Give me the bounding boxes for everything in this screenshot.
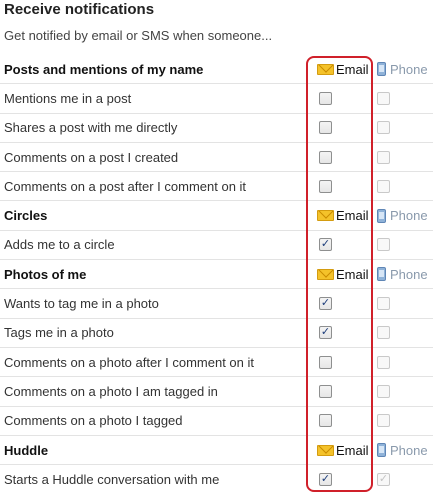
notification-label: Adds me to a circle bbox=[4, 237, 115, 253]
notification-row-mentions-me-in-a-post: Mentions me in a post bbox=[0, 84, 433, 114]
phone-column-header: Phone bbox=[377, 260, 428, 288]
phone-label: Phone bbox=[390, 442, 428, 458]
phone-column-header: Phone bbox=[377, 55, 428, 83]
email-label: Email bbox=[336, 442, 369, 458]
notification-label: Mentions me in a post bbox=[4, 90, 132, 106]
email-column-header: Email bbox=[317, 260, 369, 288]
envelope-icon bbox=[317, 63, 334, 75]
notification-label: Comments on a post after I comment on it bbox=[4, 178, 247, 194]
phone-checkbox[interactable] bbox=[377, 355, 390, 369]
section-title: Circles bbox=[4, 208, 48, 224]
notification-row-adds-me-to-a-circle: Adds me to a circle ✓ bbox=[0, 231, 433, 261]
phone-icon bbox=[377, 62, 386, 77]
section-title: Huddle bbox=[4, 442, 49, 458]
phone-label: Phone bbox=[390, 266, 428, 282]
email-checkbox[interactable] bbox=[319, 414, 332, 428]
phone-checkbox[interactable]: ✓ bbox=[377, 473, 390, 487]
email-label: Email bbox=[336, 208, 369, 224]
notification-label: Comments on a post I created bbox=[4, 149, 179, 165]
phone-checkbox[interactable] bbox=[377, 121, 390, 135]
notification-row-comments-on-a-photo-after-i-comment-on-it: Comments on a photo after I comment on i… bbox=[0, 348, 433, 378]
section-title: Posts and mentions of my name bbox=[4, 61, 204, 77]
envelope-icon bbox=[317, 210, 334, 222]
notification-row-shares-a-post-with-me-directly: Shares a post with me directly bbox=[0, 114, 433, 143]
email-checkbox[interactable]: ✓ bbox=[319, 297, 332, 311]
email-label: Email bbox=[336, 61, 369, 77]
phone-icon bbox=[377, 208, 386, 223]
notification-label: Tags me in a photo bbox=[4, 325, 114, 341]
notification-row-tags-me-in-a-photo: Tags me in a photo ✓ bbox=[0, 319, 433, 348]
notification-row-comments-on-a-post-after-i-comment-on-it: Comments on a post after I comment on it bbox=[0, 172, 433, 202]
phone-label: Phone bbox=[390, 61, 428, 77]
email-checkbox[interactable] bbox=[319, 121, 332, 135]
email-checkbox[interactable]: ✓ bbox=[319, 326, 332, 340]
phone-icon bbox=[377, 443, 386, 457]
phone-checkbox[interactable] bbox=[377, 179, 390, 193]
section-header-huddle: Huddle Email Phone bbox=[0, 436, 433, 466]
email-column-header: Email bbox=[317, 201, 369, 229]
phone-checkbox[interactable] bbox=[377, 384, 390, 398]
phone-label: Phone bbox=[390, 208, 428, 224]
email-checkbox[interactable] bbox=[319, 150, 332, 164]
email-checkbox[interactable] bbox=[319, 91, 332, 105]
notification-row-comments-on-a-post-i-created: Comments on a post I created bbox=[0, 143, 433, 173]
email-checkbox[interactable] bbox=[319, 384, 332, 398]
email-checkbox[interactable] bbox=[319, 355, 332, 369]
notification-label: Comments on a photo after I comment on i… bbox=[4, 354, 255, 370]
notification-label: Shares a post with me directly bbox=[4, 120, 178, 136]
notification-label: Wants to tag me in a photo bbox=[4, 296, 159, 312]
envelope-icon bbox=[317, 444, 334, 456]
phone-column-header: Phone bbox=[377, 201, 428, 229]
phone-checkbox[interactable] bbox=[377, 414, 390, 428]
phone-checkbox[interactable] bbox=[377, 150, 390, 164]
section-header-posts-and-mentions-of-my-name: Posts and mentions of my name Email Phone bbox=[0, 55, 433, 85]
notification-label: Starts a Huddle conversation with me bbox=[4, 472, 220, 488]
notification-row-comments-on-a-photo-i-am-tagged-in: Comments on a photo I am tagged in bbox=[0, 377, 433, 407]
notification-label: Comments on a photo I am tagged in bbox=[4, 383, 218, 399]
email-column-header: Email bbox=[317, 55, 369, 83]
email-column-header: Email bbox=[317, 436, 369, 464]
section-header-photos-of-me: Photos of me Email Phone bbox=[0, 260, 433, 290]
phone-checkbox[interactable] bbox=[377, 238, 390, 252]
phone-checkbox[interactable] bbox=[377, 297, 390, 311]
section-title: Photos of me bbox=[4, 266, 87, 282]
section-header-circles: Circles Email Phone bbox=[0, 201, 433, 231]
phone-column-header: Phone bbox=[377, 436, 428, 464]
notification-row-starts-a-huddle-conversation-with-me: Starts a Huddle conversation with me ✓ ✓ bbox=[0, 465, 433, 494]
email-checkbox[interactable]: ✓ bbox=[319, 238, 332, 252]
phone-checkbox[interactable] bbox=[377, 326, 390, 340]
notification-row-wants-to-tag-me-in-a-photo: Wants to tag me in a photo ✓ bbox=[0, 289, 433, 319]
notifications-table: Posts and mentions of my name Email Phone M… bbox=[0, 55, 433, 494]
notification-label: Comments on a photo I tagged bbox=[4, 413, 183, 429]
notification-row-comments-on-a-photo-i-tagged: Comments on a photo I tagged bbox=[0, 407, 433, 436]
email-checkbox[interactable] bbox=[319, 179, 332, 193]
email-label: Email bbox=[336, 266, 369, 282]
envelope-icon bbox=[317, 268, 334, 280]
email-checkbox[interactable]: ✓ bbox=[319, 473, 332, 487]
page-subtitle: Get notified by email or SMS when someon… bbox=[4, 28, 273, 43]
phone-icon bbox=[377, 267, 386, 282]
page-title: Receive notifications bbox=[4, 1, 155, 18]
phone-checkbox[interactable] bbox=[377, 91, 390, 105]
